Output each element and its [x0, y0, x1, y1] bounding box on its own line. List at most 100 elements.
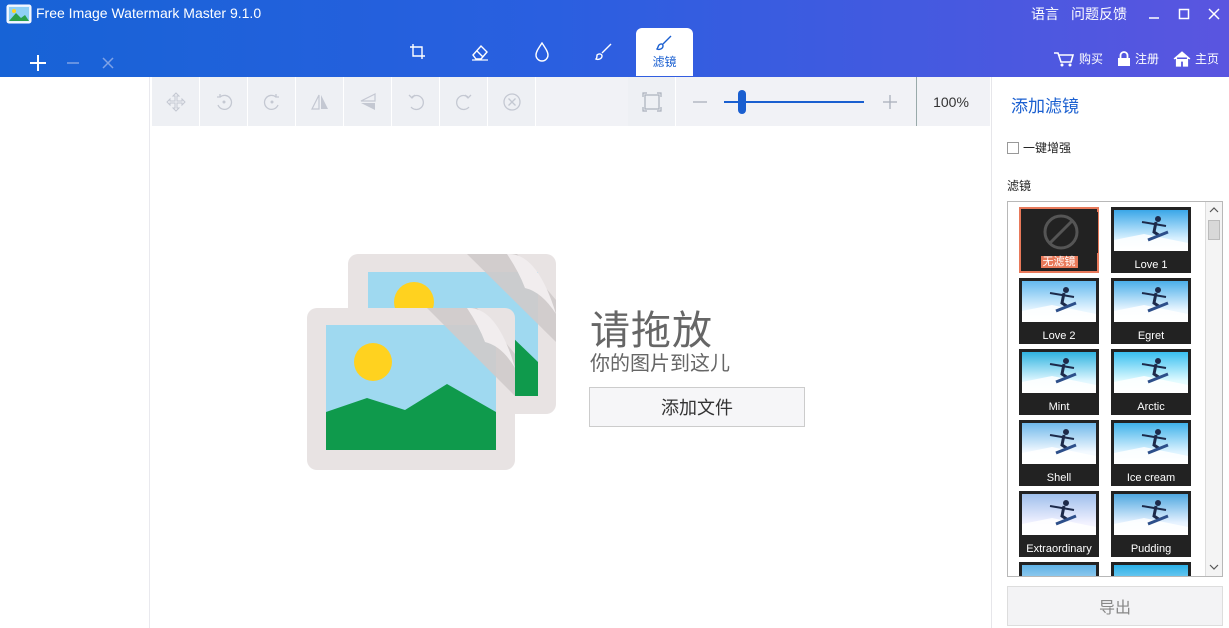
filter-panel: 添加滤镜 一键增强 滤镜 无滤镜 Love 1 Love 2 Egret Mint Arc… [991, 77, 1229, 628]
filter-name: Egret [1111, 330, 1191, 342]
checkbox-box[interactable] [1007, 141, 1019, 154]
clear-icon [101, 57, 114, 69]
snowboarder-thumbnail-icon [1114, 358, 1188, 393]
filter-thumb [1022, 494, 1096, 535]
redo-button[interactable] [440, 77, 488, 126]
add-image-button[interactable] [20, 50, 55, 76]
tab-eraser[interactable] [449, 28, 511, 76]
rotate-right-button[interactable] [248, 77, 296, 126]
filter-thumb [1114, 210, 1188, 251]
filter-name: Love 1 [1111, 259, 1191, 271]
rotate-ccw-icon [216, 93, 232, 110]
filter-name-text: Love 1 [1134, 259, 1168, 271]
flip-vertical-icon [360, 92, 376, 110]
zoom-slider[interactable] [724, 77, 864, 126]
filter-item[interactable]: Ice cream [1111, 420, 1191, 486]
filter-item[interactable]: Pudding [1111, 491, 1191, 557]
rotate-cw-icon [263, 93, 279, 110]
scroll-thumb[interactable] [1208, 220, 1220, 240]
flip-horizontal-button[interactable] [296, 77, 344, 126]
remove-image-button[interactable] [55, 50, 90, 76]
cancel-circle-icon [502, 92, 521, 111]
feedback-menu[interactable]: 问题反馈 [1071, 4, 1127, 24]
export-button[interactable]: 导出 [1007, 586, 1223, 626]
plus-icon [29, 55, 46, 71]
tab-watermark[interactable] [511, 28, 573, 76]
register-button[interactable]: 注册 [1117, 50, 1159, 67]
filter-name: Extraordinary [1019, 543, 1099, 555]
eraser-icon [472, 44, 488, 61]
filter-name-text: Pudding [1130, 543, 1172, 555]
home-icon [1173, 50, 1191, 67]
snowboarder-thumbnail-icon [1022, 358, 1096, 393]
header-bar: Free Image Watermark Master 9.1.0 语言 问题反… [0, 0, 1229, 77]
scroll-up-button[interactable] [1206, 202, 1222, 218]
clear-images-button[interactable] [90, 50, 125, 76]
rotate-left-button[interactable] [200, 77, 248, 126]
fit-screen-icon [641, 91, 662, 112]
filter-item[interactable]: Shell [1019, 420, 1099, 486]
filter-item[interactable]: Mint [1019, 349, 1099, 415]
add-file-button[interactable]: 添加文件 [589, 387, 805, 427]
zoom-slider-thumb[interactable] [738, 90, 746, 114]
window-controls: 语言 问题反馈 [1031, 0, 1229, 28]
filter-name-text: 无滤镜 [1040, 256, 1078, 268]
tab-brush[interactable] [573, 28, 635, 76]
filter-list[interactable]: 无滤镜 Love 1 Love 2 Egret Mint Arctic Shell Ice c… [1007, 201, 1223, 577]
filter-item[interactable]: Arctic [1111, 349, 1191, 415]
drop-subtitle: 你的图片到这儿 [590, 353, 730, 375]
filter-name: Mint [1019, 401, 1099, 413]
flip-vertical-button[interactable] [344, 77, 392, 126]
filter-scrollbar[interactable] [1205, 202, 1222, 576]
minimize-button[interactable] [1139, 0, 1169, 28]
image-placeholder-icon [307, 253, 556, 470]
auto-enhance-checkbox[interactable]: 一键增强 [1007, 139, 1071, 156]
plus-icon [883, 94, 897, 109]
filter-thumb [1022, 565, 1096, 576]
filter-thumb [1022, 281, 1096, 322]
snowboarder-thumbnail-icon [1022, 429, 1096, 464]
flip-horizontal-icon [310, 94, 328, 110]
app-logo-icon [6, 4, 32, 24]
snowboarder-thumbnail-icon [1114, 287, 1188, 322]
filter-name-text: Shell [1046, 472, 1072, 484]
filter-name-text: Egret [1137, 330, 1165, 342]
crop-icon [410, 44, 425, 59]
reset-button[interactable] [488, 77, 536, 126]
no-filter-icon [1043, 214, 1079, 250]
filter-name-text: Arctic [1137, 401, 1165, 413]
filter-item[interactable]: Egret [1111, 278, 1191, 344]
image-list-panel[interactable] [0, 77, 150, 628]
filter-name: 无滤镜 [1021, 253, 1097, 269]
filter-item[interactable]: Love 1 [1111, 207, 1191, 273]
undo-icon [408, 94, 424, 110]
filter-item[interactable]: 无滤镜 [1019, 207, 1099, 273]
drop-zone[interactable]: 请拖放 你的图片到这儿 添加文件 [152, 126, 990, 628]
fit-to-window-button[interactable] [628, 77, 676, 126]
tab-filter-label: 滤镜 [652, 54, 677, 69]
zoom-in-button[interactable] [864, 77, 916, 126]
filter-item[interactable]: Extraordinary [1019, 491, 1099, 557]
zoom-value: 100% [933, 93, 969, 110]
home-button[interactable]: 主页 [1173, 50, 1219, 67]
close-button[interactable] [1199, 0, 1229, 28]
maximize-button[interactable] [1169, 0, 1199, 28]
buy-button[interactable]: 购买 [1053, 50, 1103, 67]
panel-title: 添加滤镜 [1011, 97, 1079, 116]
scroll-down-button[interactable] [1206, 559, 1222, 575]
filter-item-partial[interactable] [1111, 562, 1191, 576]
filter-item-partial[interactable] [1019, 562, 1099, 576]
tab-crop[interactable] [387, 28, 449, 76]
undo-button[interactable] [392, 77, 440, 126]
move-button[interactable] [152, 77, 200, 126]
filter-name-text: Mint [1048, 401, 1070, 413]
zoom-out-button[interactable] [676, 77, 724, 126]
minimize-icon [1149, 17, 1159, 19]
filter-name: Arctic [1111, 401, 1191, 413]
edit-toolbar: 100% [152, 77, 990, 126]
tab-filter[interactable]: 滤镜 [636, 28, 693, 76]
language-menu[interactable]: 语言 [1031, 4, 1059, 24]
filter-thumb [1022, 352, 1096, 393]
filter-item[interactable]: Love 2 [1019, 278, 1099, 344]
filter-thumb [1114, 494, 1188, 535]
